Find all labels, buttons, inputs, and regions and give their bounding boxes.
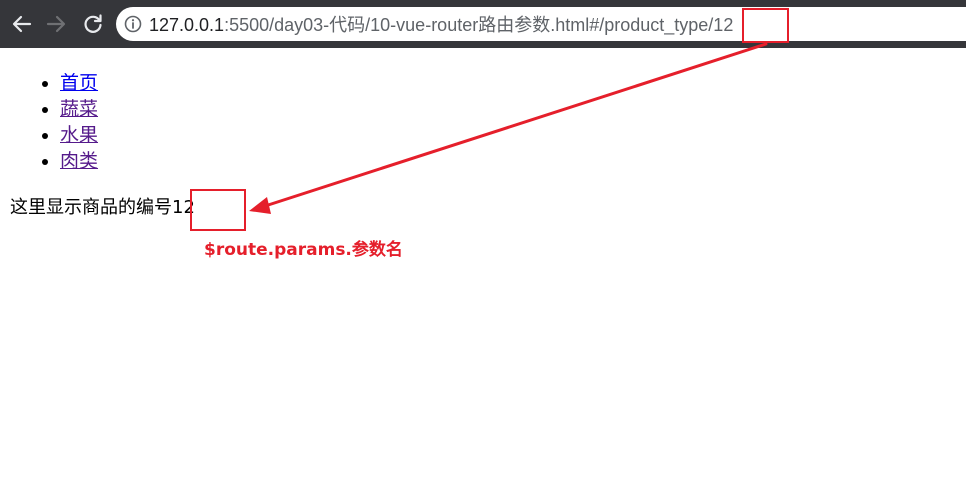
- product-id-line: 这里显示商品的编号12: [10, 197, 195, 219]
- nav-item-vegetables: 蔬菜: [60, 96, 98, 122]
- nav-item-meat: 肉类: [60, 148, 98, 174]
- browser-toolbar: 127.0.0.1:5500/day03-代码/10-vue-router路由参…: [0, 0, 966, 48]
- nav-item-fruits: 水果: [60, 122, 98, 148]
- url-param-highlight-box: [742, 8, 789, 43]
- nav-link-home[interactable]: 首页: [60, 72, 98, 94]
- nav-link-fruits[interactable]: 水果: [60, 124, 98, 146]
- address-bar[interactable]: 127.0.0.1:5500/day03-代码/10-vue-router路由参…: [116, 7, 966, 41]
- url-host: 127.0.0.1: [149, 15, 225, 35]
- arrowhead-icon: [249, 197, 271, 214]
- forward-arrow-icon: [46, 15, 66, 33]
- back-arrow-icon: [12, 15, 32, 33]
- product-id-highlight-box: [190, 189, 246, 231]
- product-id-prefix: 这里显示商品的编号: [10, 197, 172, 218]
- reload-icon: [84, 14, 102, 33]
- nav-link-vegetables[interactable]: 蔬菜: [60, 98, 98, 120]
- reload-button[interactable]: [80, 11, 106, 37]
- annotation-arrow: [249, 42, 768, 214]
- forward-button[interactable]: [43, 11, 69, 37]
- nav-link-meat[interactable]: 肉类: [60, 150, 98, 172]
- back-button[interactable]: [9, 11, 35, 37]
- nav-item-home: 首页: [60, 70, 98, 96]
- page: 127.0.0.1:5500/day03-代码/10-vue-router路由参…: [0, 0, 966, 480]
- url-path: :5500/day03-代码/10-vue-router路由参数.html#/p…: [224, 15, 734, 35]
- url-text[interactable]: 127.0.0.1:5500/day03-代码/10-vue-router路由参…: [149, 14, 733, 36]
- info-icon[interactable]: [124, 15, 142, 33]
- annotation-label: $route.params.参数名: [204, 240, 403, 260]
- category-nav: 首页 蔬菜 水果 肉类: [20, 70, 98, 174]
